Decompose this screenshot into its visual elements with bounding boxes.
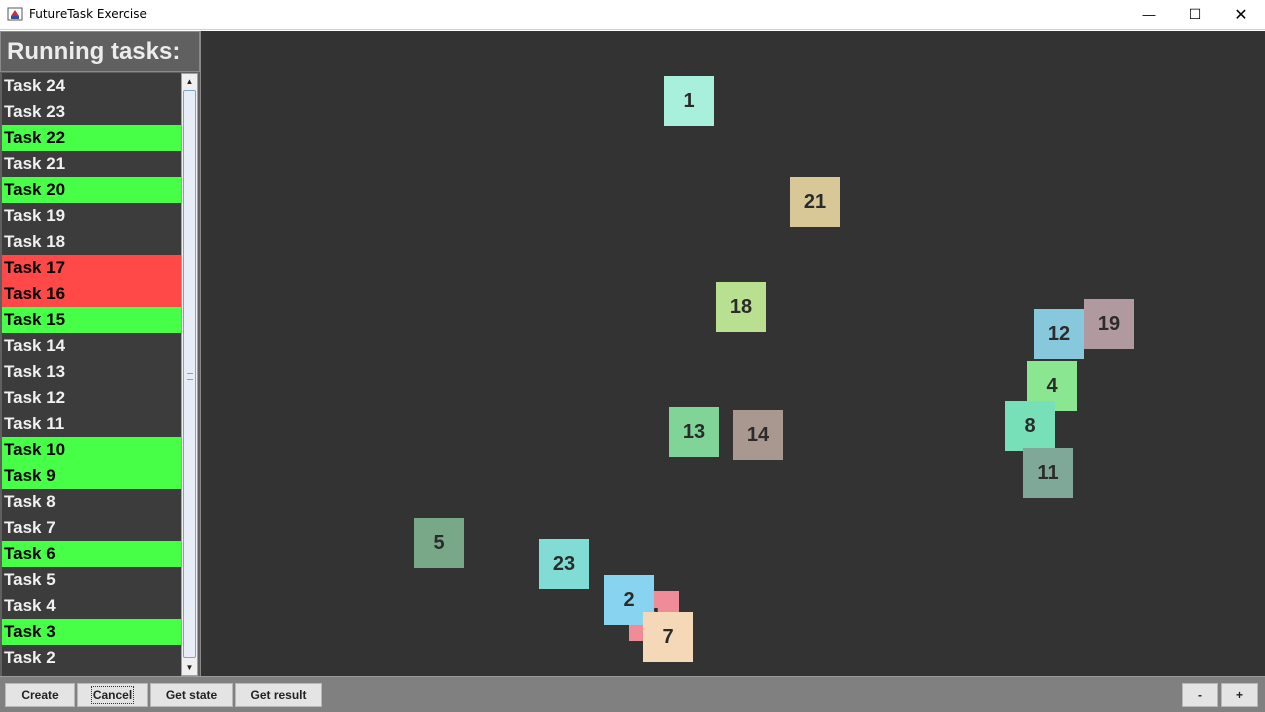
cancel-button-label: Cancel <box>90 686 135 704</box>
task-list-item[interactable]: Task 20 <box>2 177 182 203</box>
task-list[interactable]: Task 24 Task 23 Task 22 Task 21 Task 20 Task … <box>2 73 182 676</box>
task-box[interactable]: 7 <box>643 612 693 662</box>
task-list-item[interactable]: Task 17 <box>2 255 182 281</box>
task-list-item[interactable]: Task 19 <box>2 203 182 229</box>
scroll-up-button[interactable]: ▲ <box>182 74 197 89</box>
task-list-item[interactable]: Task 11 <box>2 411 182 437</box>
arrow-up-icon: ▲ <box>185 77 194 86</box>
minimize-icon: — <box>1142 7 1156 22</box>
task-box[interactable]: 19 <box>1084 299 1134 349</box>
task-list-item[interactable]: Task 12 <box>2 385 182 411</box>
task-list-item[interactable]: Task 9 <box>2 463 182 489</box>
scroll-thumb[interactable] <box>183 90 196 658</box>
task-list-item[interactable]: Task 10 <box>2 437 182 463</box>
task-canvas[interactable]: 12118191248111314523427 <box>200 31 1265 676</box>
task-list-item[interactable]: Task 2 <box>2 645 182 671</box>
get-state-button[interactable]: Get state <box>150 683 233 707</box>
plus-icon: + <box>1235 688 1243 702</box>
task-box[interactable]: 5 <box>414 518 464 568</box>
task-list-item[interactable]: Task 8 <box>2 489 182 515</box>
task-list-item[interactable]: Task 3 <box>2 619 182 645</box>
running-tasks-panel: Running tasks: Task 24 Task 23 Task 22 Task… <box>0 31 200 676</box>
arrow-down-icon: ▼ <box>185 663 194 672</box>
task-list-item[interactable]: Task 18 <box>2 229 182 255</box>
task-box[interactable]: 11 <box>1023 448 1073 498</box>
task-list-item[interactable]: Task 6 <box>2 541 182 567</box>
task-box[interactable]: 21 <box>790 177 840 227</box>
button-bar: Create Cancel Get state Get result - + <box>0 676 1265 712</box>
task-list-item[interactable]: Task 5 <box>2 567 182 593</box>
close-button[interactable]: ✕ <box>1218 0 1264 29</box>
maximize-button[interactable]: ☐ <box>1172 0 1218 29</box>
minimize-button[interactable]: — <box>1126 0 1172 29</box>
task-box[interactable]: 12 <box>1034 309 1084 359</box>
get-state-button-label: Get state <box>165 688 218 702</box>
panel-title: Running tasks: <box>7 38 181 65</box>
create-button-label: Create <box>21 688 59 702</box>
zoom-in-button[interactable]: + <box>1221 683 1258 707</box>
task-box[interactable]: 14 <box>733 410 783 460</box>
get-result-button-label: Get result <box>250 688 307 702</box>
minus-icon: - <box>1198 688 1202 702</box>
scroll-down-button[interactable]: ▼ <box>182 660 197 675</box>
java-app-icon <box>7 7 23 21</box>
task-list-item[interactable]: Task 15 <box>2 307 182 333</box>
panel-header: Running tasks: <box>0 31 200 72</box>
task-list-item[interactable]: Task 21 <box>2 151 182 177</box>
get-result-button[interactable]: Get result <box>235 683 322 707</box>
task-list-item[interactable]: Task 13 <box>2 359 182 385</box>
task-box[interactable]: 13 <box>669 407 719 457</box>
create-button[interactable]: Create <box>5 683 75 707</box>
task-list-item[interactable]: Task 24 <box>2 73 182 99</box>
task-list-item[interactable]: Task 14 <box>2 333 182 359</box>
task-box[interactable]: 1 <box>664 76 714 126</box>
title-bar: FutureTask Exercise — ☐ ✕ <box>0 0 1265 30</box>
window-title: FutureTask Exercise <box>29 7 147 21</box>
task-list-item[interactable]: Task 4 <box>2 593 182 619</box>
cancel-button[interactable]: Cancel <box>77 683 148 707</box>
task-box[interactable]: 18 <box>716 282 766 332</box>
task-list-item[interactable]: Task 7 <box>2 515 182 541</box>
task-list-scrollbar[interactable]: ▲ ▼ <box>181 73 198 676</box>
task-box[interactable]: 8 <box>1005 401 1055 451</box>
task-box[interactable]: 23 <box>539 539 589 589</box>
close-icon: ✕ <box>1234 6 1248 24</box>
task-list-item[interactable]: Task 23 <box>2 99 182 125</box>
zoom-out-button[interactable]: - <box>1182 683 1218 707</box>
maximize-icon: ☐ <box>1188 6 1202 22</box>
task-list-item[interactable]: Task 22 <box>2 125 182 151</box>
grip-icon <box>187 373 193 380</box>
task-list-item[interactable]: Task 16 <box>2 281 182 307</box>
